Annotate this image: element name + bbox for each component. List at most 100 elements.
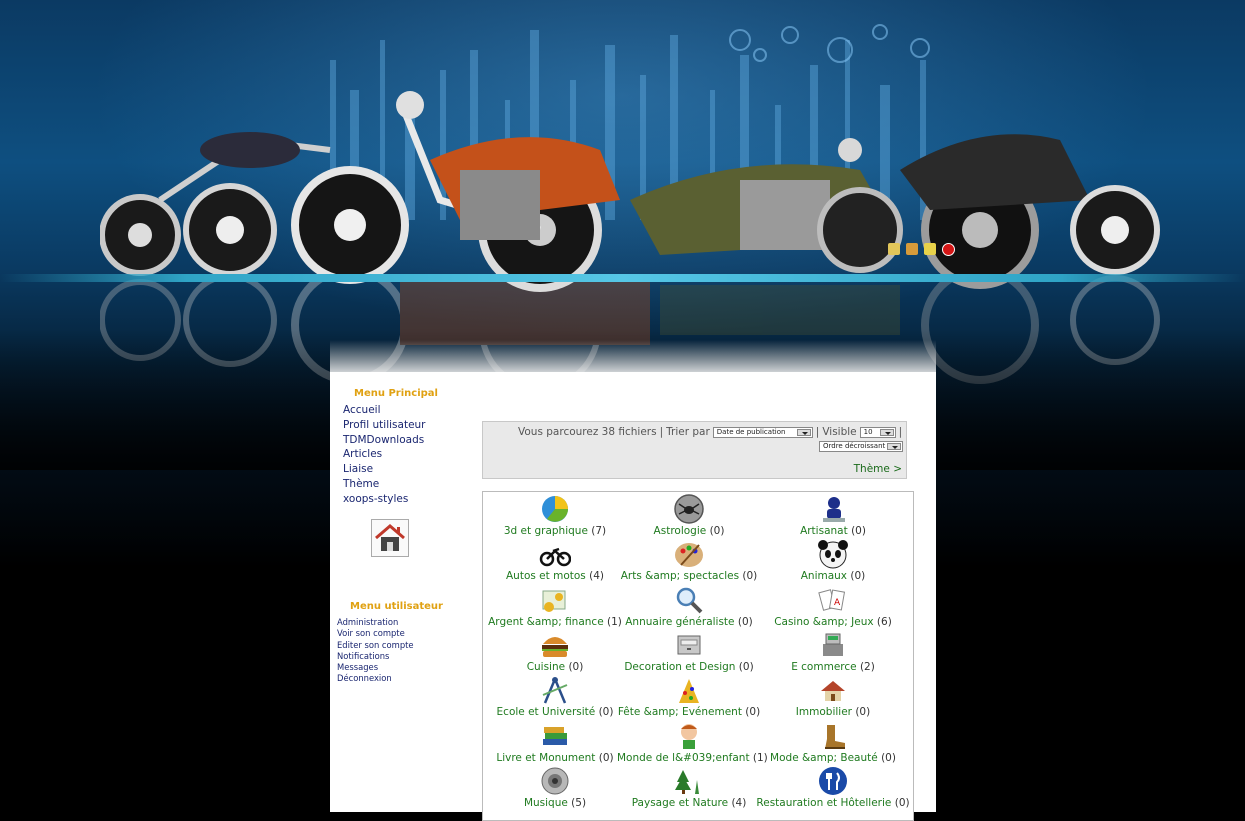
category-item[interactable]: A Casino &amp; Jeux (6) [755, 585, 911, 628]
logout-power-icon[interactable] [942, 243, 955, 256]
visible-select[interactable]: 10 [859, 426, 896, 438]
category-name: Fête &amp; Evénement [617, 706, 742, 718]
category-item[interactable]: Mode &amp; Beauté (0) [755, 721, 911, 764]
category-name: E commerce [791, 661, 857, 673]
separator: | [898, 426, 903, 438]
category-item[interactable]: Arts &amp; spectacles (0) [617, 539, 761, 582]
category-label[interactable]: Cuisine (0) [483, 661, 627, 673]
user-menu-logout[interactable]: Déconnexion [337, 673, 414, 684]
menu-item-articles[interactable]: Articles [343, 447, 477, 462]
menu-item-theme[interactable]: Thème [343, 477, 477, 492]
pencil-icon[interactable] [924, 243, 936, 255]
category-count: (0) [568, 661, 584, 673]
category-count: (7) [591, 525, 607, 537]
user-menu-edit-account[interactable]: Editer son compte [337, 640, 414, 651]
drawer-icon [677, 635, 701, 655]
category-label[interactable]: Livre et Monument (0) [483, 752, 627, 764]
category-label[interactable]: Fête &amp; Evénement (0) [617, 706, 761, 718]
category-item[interactable]: Argent &amp; finance (1) [483, 585, 627, 628]
chevron-down-icon [879, 428, 894, 436]
category-label[interactable]: Arts &amp; spectacles (0) [617, 570, 761, 582]
category-item[interactable]: Paysage et Nature (4) [617, 766, 761, 809]
category-item[interactable]: Annuaire généraliste (0) [617, 585, 761, 628]
cash-register-icon [823, 633, 843, 656]
horizon-line [0, 274, 1245, 282]
user-menu-notifications[interactable]: Notifications [337, 651, 414, 662]
order-select[interactable]: Ordre décroissant [819, 440, 903, 452]
theme-link[interactable]: Thème > [854, 463, 902, 475]
user-menu-view-account[interactable]: Voir son compte [337, 628, 414, 639]
user-menu-messages[interactable]: Messages [337, 662, 414, 673]
category-label[interactable]: Musique (5) [483, 797, 627, 809]
category-label[interactable]: Astrologie (0) [617, 525, 761, 537]
party-icon [679, 679, 699, 703]
category-label[interactable]: Immobilier (0) [755, 706, 911, 718]
category-item[interactable]: 3d et graphique (7) [483, 494, 627, 537]
category-item[interactable]: E commerce (2) [755, 630, 911, 673]
menu-item-profil[interactable]: Profil utilisateur [343, 418, 477, 433]
books-icon [543, 727, 567, 745]
category-label[interactable]: 3d et graphique (7) [483, 525, 627, 537]
category-label[interactable]: E commerce (2) [755, 661, 911, 673]
category-item[interactable]: Musique (5) [483, 766, 627, 809]
motorcycle-icon [539, 547, 571, 567]
category-count: (2) [859, 661, 875, 673]
category-name: Livre et Monument [496, 752, 596, 764]
category-label[interactable]: Casino &amp; Jeux (6) [755, 616, 911, 628]
toolbar-icons [888, 243, 955, 256]
category-name: Arts &amp; spectacles [620, 570, 740, 582]
category-item[interactable]: Animaux (0) [755, 539, 911, 582]
sort-label: Trier par [666, 426, 710, 438]
category-label[interactable]: Autos et motos (4) [483, 570, 627, 582]
category-count: (0) [709, 525, 725, 537]
category-label[interactable]: Mode &amp; Beauté (0) [755, 752, 911, 764]
cards-icon: A [818, 589, 846, 611]
edit-icon[interactable] [888, 243, 900, 255]
category-count: (0) [850, 570, 866, 582]
money-icon [542, 590, 566, 612]
category-item[interactable]: Decoration et Design (0) [617, 630, 761, 673]
user-menu: Administration Voir son compte Editer so… [337, 617, 414, 685]
category-item[interactable]: Autos et motos (4) [483, 539, 627, 582]
category-label[interactable]: Annuaire généraliste (0) [617, 616, 761, 628]
user-group-icon[interactable] [906, 243, 918, 255]
category-item[interactable]: Restauration et Hôtellerie (0) [755, 766, 911, 809]
category-item[interactable]: Monde de l&#039;enfant (1) [617, 721, 768, 764]
category-item[interactable]: Astrologie (0) [617, 494, 761, 537]
menu-item-tdmdownloads[interactable]: TDMDownloads [343, 433, 477, 448]
palette-icon [675, 543, 703, 567]
category-item[interactable]: Fête &amp; Evénement (0) [617, 675, 761, 718]
category-label[interactable]: Artisanat (0) [755, 525, 911, 537]
user-icon [823, 497, 845, 522]
file-count-text: Vous parcourez 38 fichiers [518, 426, 657, 438]
category-label[interactable]: Animaux (0) [755, 570, 911, 582]
order-select-value: Ordre décroissant [823, 442, 886, 450]
home-icon [375, 524, 405, 551]
category-name: Mode &amp; Beauté [770, 752, 878, 764]
category-item[interactable]: Livre et Monument (0) [483, 721, 627, 764]
menu-item-liaise[interactable]: Liaise [343, 462, 477, 477]
category-count: (0) [598, 706, 614, 718]
category-label[interactable]: Monde de l&#039;enfant (1) [617, 752, 768, 764]
category-count: (6) [876, 616, 892, 628]
sort-select-value: Date de publication [716, 428, 786, 436]
category-label[interactable]: Restauration et Hôtellerie (0) [755, 797, 911, 809]
menu-item-xoops-styles[interactable]: xoops-styles [343, 492, 477, 507]
category-name: Decoration et Design [624, 661, 736, 673]
category-name: Immobilier [795, 706, 852, 718]
category-label[interactable]: Ecole et Université (0) [483, 706, 627, 718]
tree-icon [675, 770, 699, 794]
category-item[interactable]: Artisanat (0) [755, 494, 911, 537]
user-menu-administration[interactable]: Administration [337, 617, 414, 628]
category-label[interactable]: Paysage et Nature (4) [617, 797, 761, 809]
category-label[interactable]: Argent &amp; finance (1) [483, 616, 627, 628]
category-name: Paysage et Nature [631, 797, 729, 809]
category-label[interactable]: Decoration et Design (0) [617, 661, 761, 673]
user-menu-title: Menu utilisateur [350, 601, 443, 612]
home-button[interactable] [371, 519, 409, 557]
category-item[interactable]: Immobilier (0) [755, 675, 911, 718]
category-item[interactable]: Ecole et Université (0) [483, 675, 627, 718]
category-item[interactable]: Cuisine (0) [483, 630, 627, 673]
sort-select[interactable]: Date de publication [712, 426, 813, 438]
menu-item-accueil[interactable]: Accueil [343, 403, 477, 418]
